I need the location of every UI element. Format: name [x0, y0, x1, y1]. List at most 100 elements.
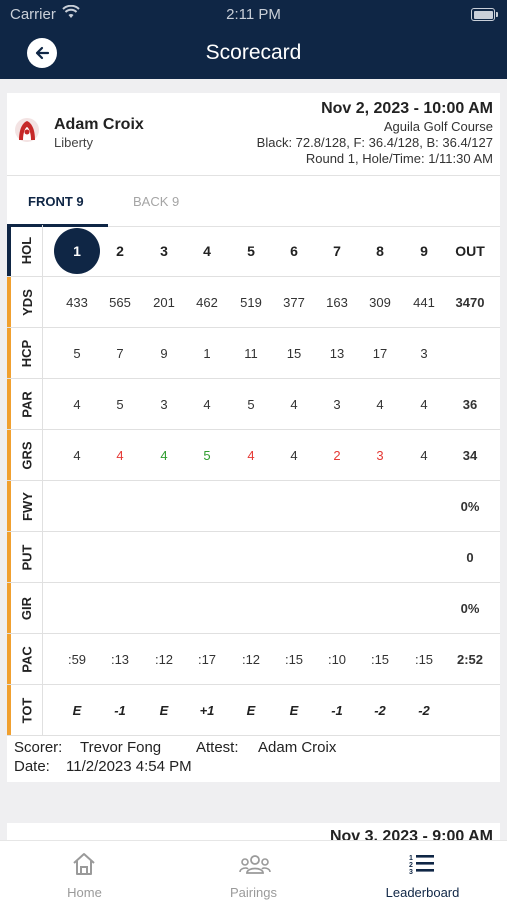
gir-cell-9	[404, 583, 444, 633]
put-cell-1	[57, 532, 97, 582]
put-total: 0	[466, 549, 474, 565]
group-icon	[239, 855, 271, 874]
row-accent-bar	[7, 328, 11, 378]
attest-name: Adam Croix	[258, 739, 337, 756]
tot-cell-4: +1	[199, 702, 215, 718]
tot-cell-1: E	[72, 702, 82, 718]
tab-home-label: Home	[67, 885, 102, 900]
row-label-text: FWY	[19, 491, 35, 521]
tot-cell-5: E	[246, 702, 256, 718]
grs-cell-7: 2	[333, 447, 341, 463]
par-cell-8: 4	[376, 396, 384, 412]
hcp-cell-2: 7	[116, 345, 124, 361]
row-divider	[42, 634, 43, 684]
gir-cell-6	[274, 583, 314, 633]
pac-cell-4: :17	[197, 651, 217, 667]
row-par: PAR 4 5 3 4 5 4 3 4 4 36	[7, 379, 500, 430]
scorecard-card: Adam Croix Liberty Nov 2, 2023 - 10:00 A…	[7, 93, 500, 782]
grs-cell-3: 4	[160, 447, 168, 463]
yds-cell-5: 519	[240, 294, 262, 310]
row-label-pac: PAC	[12, 634, 42, 684]
pac-cell-8: :15	[370, 651, 390, 667]
grs-total: 34	[462, 447, 478, 463]
nav-bar: Scorecard	[0, 30, 507, 79]
grs-cell-6: 4	[290, 447, 298, 463]
hole-number-5[interactable]: 5	[231, 225, 271, 276]
nine-tabs: FRONT 9 BACK 9	[7, 175, 500, 227]
svg-text:2: 2	[409, 862, 413, 869]
row-label-fwy: FWY	[12, 481, 42, 531]
yds-cell-4: 462	[196, 294, 218, 310]
row-divider	[42, 379, 43, 429]
par-cell-2: 5	[116, 396, 124, 412]
row-divider	[42, 328, 43, 378]
tab-front-9[interactable]: FRONT 9	[28, 194, 84, 209]
tab-leaderboard-label: Leaderboard	[385, 885, 460, 900]
row-divider	[42, 277, 43, 327]
pac-cell-1: :59	[67, 651, 87, 667]
row-label-par: PAR	[12, 379, 42, 429]
pac-cell-6: :15	[284, 651, 304, 667]
row-tot: TOT E -1 E +1 E E -1 -2 -2	[7, 685, 500, 736]
row-divider	[42, 430, 43, 480]
row-label-text: HCP	[19, 339, 35, 367]
hole-number-3[interactable]: 3	[144, 225, 184, 276]
grs-cell-2: 4	[116, 447, 124, 463]
tab-pairings-label: Pairings	[230, 885, 277, 900]
row-put: PUT 0	[7, 532, 500, 583]
course-name: Aguila Golf Course	[383, 119, 493, 134]
pac-cell-3: :12	[154, 651, 174, 667]
put-cell-3	[144, 532, 184, 582]
par-cell-5: 5	[247, 396, 255, 412]
team-logo-icon	[13, 116, 41, 149]
hole-number-1[interactable]: 1	[54, 225, 100, 276]
tab-pairings[interactable]: Pairings	[169, 841, 338, 901]
hcp-cell-4: 1	[203, 345, 211, 361]
row-divider	[42, 685, 43, 735]
player-team: Liberty	[54, 135, 94, 150]
hole-number-4[interactable]: 4	[187, 225, 227, 276]
row-accent-bar	[7, 532, 11, 582]
tot-cell-8: -2	[374, 702, 386, 718]
row-label-gir: GIR	[12, 583, 42, 633]
page-title: Scorecard	[205, 41, 302, 64]
hole-number-9[interactable]: 9	[404, 225, 444, 276]
row-divider	[42, 532, 43, 582]
yds-cell-2: 565	[109, 294, 131, 310]
hole-number-6[interactable]: 6	[274, 225, 314, 276]
tot-cell-7: -1	[331, 702, 343, 718]
gir-cell-7	[317, 583, 357, 633]
yds-cell-6: 377	[283, 294, 305, 310]
score-grid: HOL 1 2 3 4 5 6 7 8 9 OUT YDS 433 565 201 462 519 377 163 3…	[7, 225, 500, 736]
row-label-text: PUT	[19, 544, 35, 570]
hole-number-2[interactable]: 2	[100, 225, 140, 276]
fwy-cell-1	[57, 481, 97, 531]
hole-number-8[interactable]: 8	[360, 225, 400, 276]
scorer-name: Trevor Fong	[80, 739, 162, 756]
fwy-cell-6	[274, 481, 314, 531]
fwy-cell-7	[317, 481, 357, 531]
tab-leaderboard[interactable]: 123 Leaderboard	[338, 841, 507, 901]
pac-cell-5: :12	[241, 651, 261, 667]
row-pac: PAC:59:13:12:17:12:15:10:15:15 2:52	[7, 634, 500, 685]
battery-icon	[471, 8, 498, 21]
tab-back-9[interactable]: BACK 9	[133, 194, 179, 209]
row-gir: GIR 0%	[7, 583, 500, 634]
svg-text:1: 1	[409, 855, 413, 862]
row-fwy: FWY 0%	[7, 481, 500, 532]
tot-cell-3: E	[159, 702, 169, 718]
tot-cell-2: -1	[114, 702, 126, 718]
gir-cell-4	[187, 583, 227, 633]
clock: 2:11 PM	[226, 6, 281, 23]
row-label-text: GIR	[19, 596, 35, 620]
attest-label: Attest:	[196, 739, 239, 756]
hcp-cell-3: 9	[160, 345, 168, 361]
grs-cell-8: 3	[376, 447, 384, 463]
put-cell-4	[187, 532, 227, 582]
hcp-cell-1: 5	[73, 345, 81, 361]
fwy-total: 0%	[460, 498, 480, 514]
tab-home[interactable]: Home	[0, 841, 169, 901]
row-accent-bar	[7, 225, 11, 276]
par-cell-6: 4	[290, 396, 298, 412]
hole-number-7[interactable]: 7	[317, 225, 357, 276]
